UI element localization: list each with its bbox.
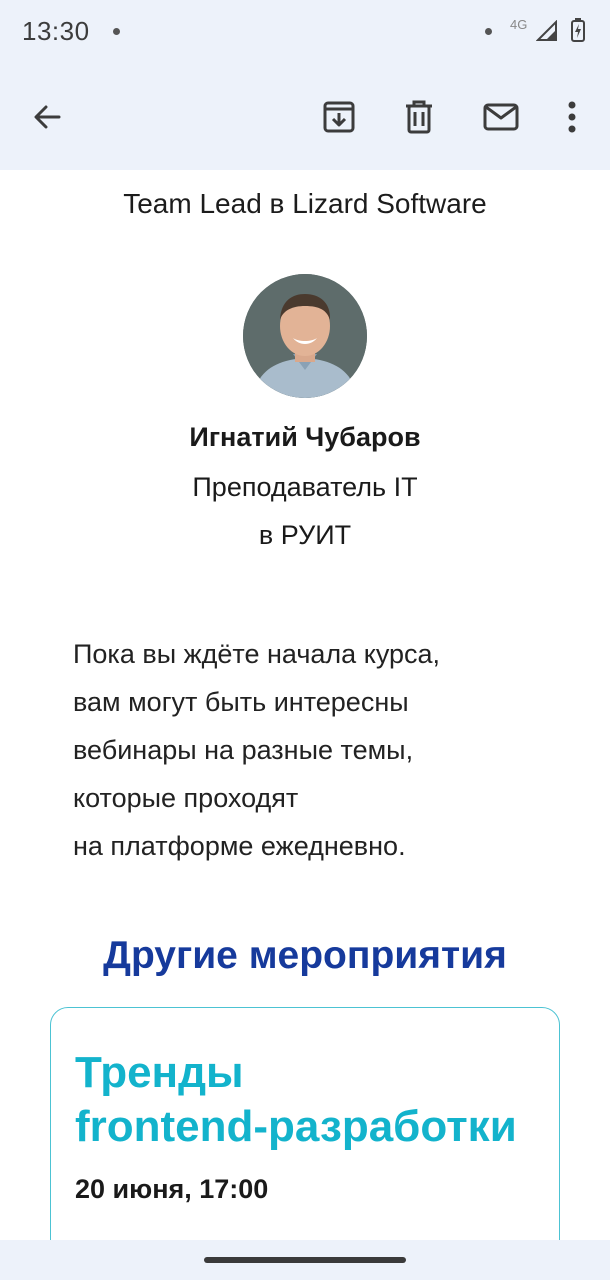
notification-dot-icon — [113, 28, 120, 35]
back-button[interactable] — [24, 94, 70, 140]
teacher-role: Преподаватель IT — [192, 472, 418, 502]
archive-button[interactable] — [316, 94, 362, 140]
intro-paragraph: Пока вы ждёте начала курса, вам могут бы… — [73, 630, 553, 870]
signal-icon — [535, 19, 558, 47]
battery-icon — [570, 17, 586, 48]
network-type: 4G — [510, 17, 528, 32]
intro-line: вебинары на разные темы, — [73, 735, 414, 765]
app-bar — [0, 64, 610, 170]
event-title-line: Тренды — [75, 1048, 244, 1097]
intro-line: которые проходят — [73, 783, 299, 813]
event-title-line: frontend-разработки — [75, 1102, 517, 1151]
delete-button[interactable] — [396, 94, 442, 140]
arrow-left-icon — [34, 105, 61, 129]
intro-line: вам могут быть интересны — [73, 687, 409, 717]
intro-line: на платформе ежедневно. — [73, 831, 406, 861]
teacher-avatar — [243, 274, 367, 398]
sender-subtitle: Team Lead в Lizard Software — [123, 188, 487, 219]
event-date: 20 июня, 17:00 — [75, 1174, 269, 1204]
section-title: Другие мероприятия — [103, 934, 507, 977]
navigation-bar — [0, 1240, 610, 1280]
teacher-organization: в РУИТ — [258, 520, 352, 550]
teacher-name: Игнатий Чубаров — [189, 422, 421, 452]
status-dot-icon — [485, 28, 492, 35]
more-options-button[interactable] — [549, 94, 595, 140]
trash-icon — [406, 100, 432, 134]
intro-line: Пока вы ждёте начала курса, — [73, 639, 441, 669]
home-gesture-handle[interactable] — [204, 1257, 406, 1263]
email-body: Team Lead в Lizard Software Игнатий Чуба… — [0, 170, 610, 1240]
archive-icon — [323, 101, 355, 133]
event-title: Тренды frontend-разработки — [75, 1046, 555, 1154]
more-vert-icon — [568, 101, 576, 133]
status-bar: 13:30 4G — [0, 0, 610, 64]
event-card[interactable]: Тренды frontend-разработки 20 июня, 17:0… — [50, 1007, 560, 1240]
mark-unread-button[interactable] — [478, 94, 524, 140]
mail-icon — [483, 103, 519, 131]
status-time: 13:30 — [22, 16, 90, 46]
